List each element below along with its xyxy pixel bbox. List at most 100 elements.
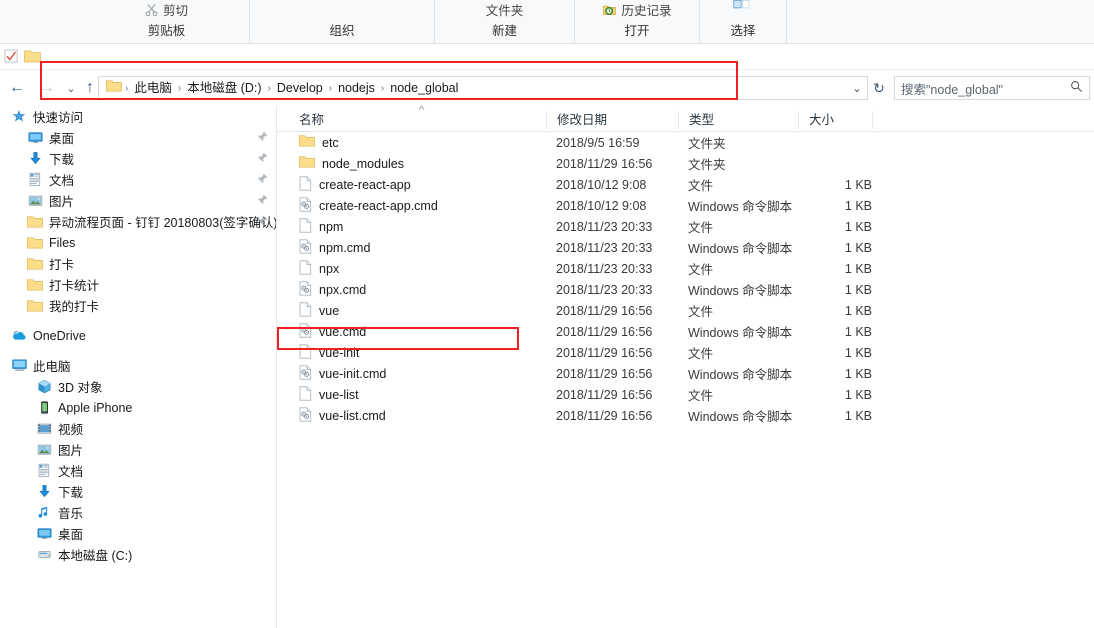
desktop-icon — [36, 526, 52, 542]
pin-icon[interactable] — [257, 194, 268, 206]
pin-icon[interactable] — [257, 215, 268, 227]
table-row[interactable]: create-react-app 2018/10/12 9:08 文件 1 KB — [277, 174, 1094, 195]
refresh-button[interactable]: ↻ — [868, 76, 890, 100]
sidebar-item-4[interactable]: 图片 — [0, 190, 276, 211]
table-row[interactable]: vue-list.cmd 2018/11/29 16:56 Windows 命令脚本… — [277, 405, 1094, 426]
file-name-cell: etc — [299, 134, 339, 151]
cmd-script-icon — [299, 196, 312, 215]
table-row[interactable]: npm.cmd 2018/11/23 20:33 Windows 命令脚本 1 KB — [277, 237, 1094, 258]
breadcrumb-item-3[interactable]: nodejs — [333, 77, 380, 99]
sidebar-item-18[interactable]: 音乐 — [0, 502, 276, 523]
sidebar-item-label: 桌面 — [58, 528, 84, 542]
breadcrumb: › 此电脑 › 本地磁盘 (D:) › Develop › nodejs › n… — [99, 77, 463, 99]
file-size: 1 KB — [844, 408, 872, 423]
sidebar-item-5[interactable]: 异动流程页面 - 钉钉 20180803(签字确认) — [0, 211, 276, 232]
ribbon-button-selection[interactable] — [729, 0, 757, 12]
breadcrumb-item-0[interactable]: 此电脑 — [129, 77, 177, 99]
ribbon-button-new-folder[interactable]: 文件夹 — [482, 0, 528, 19]
sidebar-item-8[interactable]: 打卡统计 — [0, 274, 276, 295]
file-date: 2018/11/29 16:56 — [556, 156, 653, 171]
column-header-date[interactable]: 修改日期 — [546, 111, 607, 129]
download-icon — [27, 151, 43, 167]
sidebar-item-15[interactable]: 图片 — [0, 439, 276, 460]
file-rows: etc 2018/9/5 16:59 文件夹 node_modules 2018/11/… — [277, 132, 1094, 426]
folder-icon — [299, 134, 315, 151]
ribbon-button-cut[interactable]: 剪切 — [141, 0, 192, 19]
sidebar-item-14[interactable]: 视频 — [0, 418, 276, 439]
sidebar-item-0[interactable]: 快速访问 — [0, 106, 276, 127]
pin-icon[interactable] — [257, 152, 268, 164]
table-row[interactable]: vue-init.cmd 2018/11/29 16:56 Windows 命令脚本… — [277, 363, 1094, 384]
this-pc-icon — [11, 358, 27, 374]
ribbon-toolbar: 剪切 剪贴板 组织 文件夹 新建 历史记录 打开 选择 — [0, 0, 1094, 44]
sidebar-item-7[interactable]: 打卡 — [0, 253, 276, 274]
breadcrumb-item-4[interactable]: node_global — [385, 77, 463, 99]
pictures-icon — [36, 442, 52, 458]
sidebar-item-label: 图片 — [49, 195, 75, 209]
file-name-cell: vue — [299, 301, 339, 320]
table-row[interactable]: vue-list 2018/11/29 16:56 文件 1 KB — [277, 384, 1094, 405]
file-name-cell: npm — [299, 217, 343, 236]
file-list-pane[interactable]: ^ 名称 修改日期 类型 大小 etc 2018/9/5 16:59 文件夹 node… — [277, 106, 1094, 628]
table-row[interactable]: create-react-app.cmd 2018/10/12 9:08 Windo… — [277, 195, 1094, 216]
address-bar[interactable]: › 此电脑 › 本地磁盘 (D:) › Develop › nodejs › n… — [98, 76, 868, 100]
table-row[interactable]: node_modules 2018/11/29 16:56 文件夹 — [277, 153, 1094, 174]
ribbon-group-label-clipboard: 剪贴板 — [147, 24, 186, 38]
file-type: 文件夹 — [688, 137, 726, 151]
file-name: etc — [322, 135, 339, 150]
navigation-pane[interactable]: 快速访问 桌面 下载 文档 图片 异动流程页面 - 钉钉 20180803(签字确认) Fi… — [0, 106, 277, 628]
back-button[interactable]: ← — [6, 77, 28, 99]
sidebar-item-label: 本地磁盘 (C:) — [58, 549, 133, 563]
sidebar-item-11[interactable]: 此电脑 — [0, 355, 276, 376]
sidebar-item-3[interactable]: 文档 — [0, 169, 276, 190]
sidebar-item-20[interactable]: 本地磁盘 (C:) — [0, 544, 276, 565]
forward-button[interactable]: → — [36, 77, 58, 99]
file-type: Windows 命令脚本 — [688, 242, 793, 256]
ribbon-button-history[interactable]: 历史记录 — [598, 0, 675, 19]
sidebar-item-12[interactable]: 3D 对象 — [0, 376, 276, 397]
file-explorer-window: 剪切 剪贴板 组织 文件夹 新建 历史记录 打开 选择 ← → ⌄ ↑ › 此电… — [0, 0, 1094, 628]
table-row[interactable]: vue.cmd 2018/11/29 16:56 Windows 命令脚本 1 KB — [277, 321, 1094, 342]
file-date: 2018/11/29 16:56 — [556, 345, 653, 360]
pin-icon[interactable] — [257, 131, 268, 143]
file-date: 2018/11/23 20:33 — [556, 240, 653, 255]
table-row[interactable]: npm 2018/11/23 20:33 文件 1 KB — [277, 216, 1094, 237]
file-size: 1 KB — [844, 261, 872, 276]
sidebar-item-9[interactable]: 我的打卡 — [0, 295, 276, 316]
sidebar-item-2[interactable]: 下载 — [0, 148, 276, 169]
navigation-tree: 快速访问 桌面 下载 文档 图片 异动流程页面 - 钉钉 20180803(签字确认) Fi… — [0, 106, 276, 565]
column-header-name[interactable]: 名称 — [289, 111, 324, 129]
sidebar-item-label: 图片 — [58, 444, 84, 458]
column-headers: ^ 名称 修改日期 类型 大小 — [277, 106, 1094, 132]
sort-ascending-caret: ^ — [419, 106, 425, 116]
properties-check-icon[interactable] — [4, 49, 19, 69]
sidebar-item-13[interactable]: Apple iPhone — [0, 397, 276, 418]
sidebar-item-1[interactable]: 桌面 — [0, 127, 276, 148]
sidebar-item-16[interactable]: 文档 — [0, 460, 276, 481]
pin-icon[interactable] — [257, 173, 268, 185]
cmd-script-icon — [299, 406, 312, 425]
search-input[interactable]: 搜索"node_global" — [901, 79, 1070, 98]
column-header-size[interactable]: 大小 — [798, 111, 834, 129]
table-row[interactable]: npx.cmd 2018/11/23 20:33 Windows 命令脚本 1 KB — [277, 279, 1094, 300]
table-row[interactable]: etc 2018/9/5 16:59 文件夹 — [277, 132, 1094, 153]
search-box[interactable]: 搜索"node_global" — [894, 76, 1090, 100]
file-icon — [299, 385, 312, 404]
table-row[interactable]: vue 2018/11/29 16:56 文件 1 KB — [277, 300, 1094, 321]
table-row[interactable]: npx 2018/11/23 20:33 文件 1 KB — [277, 258, 1094, 279]
address-dropdown-icon[interactable]: ⌄ — [848, 77, 866, 99]
new-folder-icon[interactable] — [24, 49, 41, 69]
documents-icon — [27, 172, 43, 188]
breadcrumb-item-2[interactable]: Develop — [272, 77, 328, 99]
column-header-type[interactable]: 类型 — [678, 111, 714, 129]
download-icon — [36, 484, 52, 500]
breadcrumb-item-1[interactable]: 本地磁盘 (D:) — [182, 77, 266, 99]
pictures-icon — [27, 193, 43, 209]
sidebar-item-6[interactable]: Files — [0, 232, 276, 253]
file-date: 2018/9/5 16:59 — [556, 135, 640, 150]
sidebar-item-10[interactable]: OneDrive — [0, 325, 276, 346]
sidebar-item-17[interactable]: 下载 — [0, 481, 276, 502]
table-row[interactable]: vue-init 2018/11/29 16:56 文件 1 KB — [277, 342, 1094, 363]
sidebar-item-19[interactable]: 桌面 — [0, 523, 276, 544]
file-name: node_modules — [322, 156, 405, 171]
